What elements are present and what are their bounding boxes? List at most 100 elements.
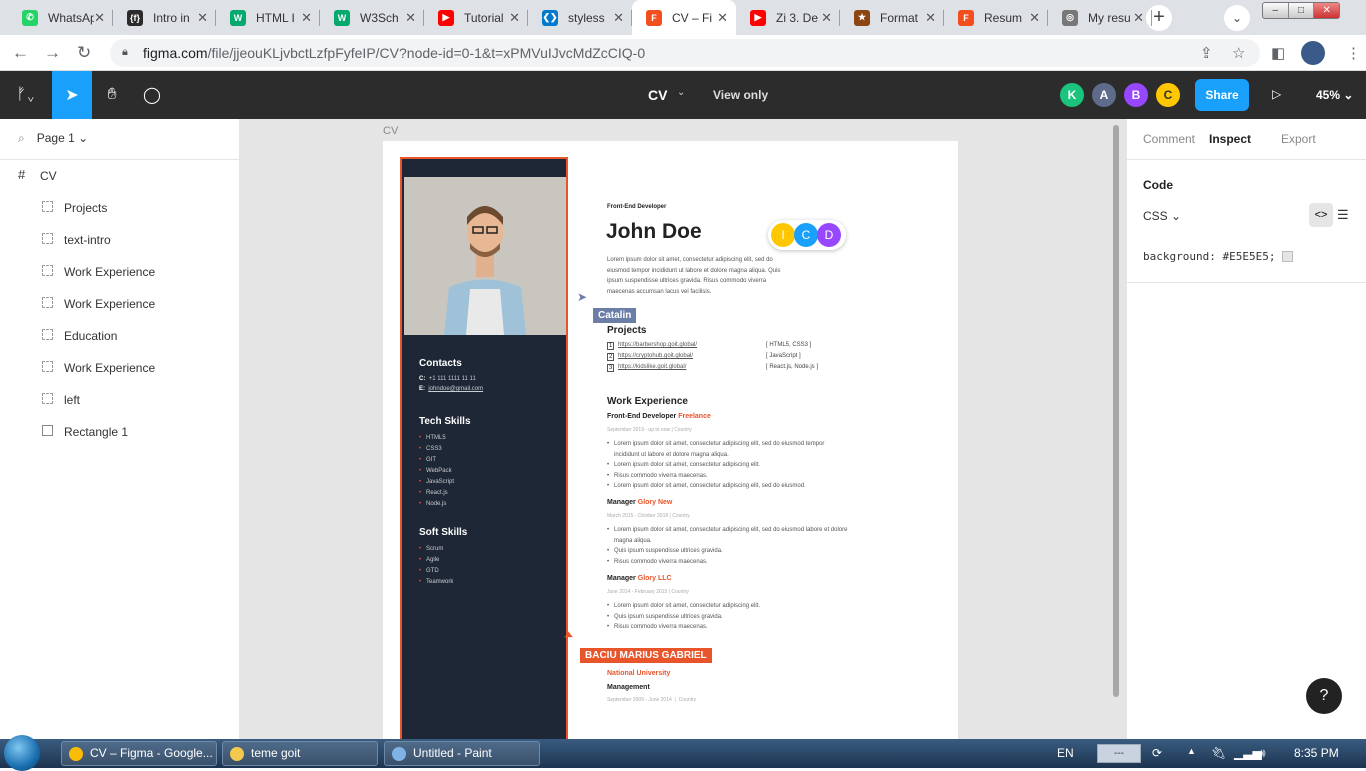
browser-menu-icon[interactable]: ⋮ xyxy=(1346,44,1361,62)
reload-icon[interactable]: ↻ xyxy=(77,43,91,63)
share-button[interactable]: Share xyxy=(1195,79,1249,111)
tab-close-icon[interactable]: ✕ xyxy=(94,10,105,26)
browser-tab[interactable]: ▶ Tutorial ✕ xyxy=(424,0,528,35)
present-play-icon[interactable]: ▷ xyxy=(1272,87,1281,101)
maximize-icon[interactable]: □ xyxy=(1289,3,1315,18)
input-language[interactable]: EN xyxy=(1057,746,1074,760)
power-icon[interactable]: 🔌︎ xyxy=(1211,746,1226,760)
tab-close-icon[interactable]: ✕ xyxy=(613,10,624,26)
code-view-icon[interactable]: <> xyxy=(1309,203,1333,227)
panel-tab-inspect[interactable]: Inspect xyxy=(1209,132,1251,146)
network-sync-icon[interactable]: ⟳ xyxy=(1152,746,1162,760)
soft-skill-item: Teamwork xyxy=(426,579,454,585)
layer-item[interactable]: Work Experience xyxy=(0,352,240,384)
taskbar-item[interactable]: teme goit xyxy=(222,741,378,766)
hand-tool-icon[interactable]: ✋︎ xyxy=(92,71,132,119)
tab-favicon-icon: ✆ xyxy=(22,9,38,26)
tab-close-icon[interactable]: ✕ xyxy=(301,10,312,26)
side-panel-icon[interactable]: ◧ xyxy=(1271,44,1285,62)
close-icon[interactable]: ✕ xyxy=(1314,3,1340,18)
layer-item[interactable]: Rectangle 1 xyxy=(0,416,240,448)
collaborator-avatar[interactable]: B xyxy=(1124,83,1148,107)
canvas-scrollbar[interactable] xyxy=(1113,125,1119,697)
help-button[interactable]: ? xyxy=(1306,678,1342,714)
bullet-icon: • xyxy=(607,548,610,554)
tab-close-icon[interactable]: ✕ xyxy=(405,10,416,26)
job-period: September 2019 - up to now | Country xyxy=(607,427,692,433)
language-select[interactable]: CSS ⌄ xyxy=(1143,209,1181,223)
list-view-icon[interactable]: ☰ xyxy=(1337,207,1349,223)
viewer-avatar[interactable]: I xyxy=(771,223,795,247)
browser-tab[interactable]: W W3Sch ✕ xyxy=(320,0,424,35)
tab-favicon-icon: W xyxy=(230,9,246,26)
bullet-icon: • xyxy=(607,558,610,565)
viewer-avatar[interactable]: C xyxy=(794,223,818,247)
tab-close-icon[interactable]: ✕ xyxy=(717,10,728,26)
tab-close-icon[interactable]: ✕ xyxy=(1133,10,1144,26)
start-button[interactable] xyxy=(4,735,40,771)
browser-tab[interactable]: F CV – Fi ✕ xyxy=(632,0,736,35)
forward-icon[interactable]: → xyxy=(44,43,61,63)
tech-skill-item: WebPack xyxy=(426,468,452,474)
move-tool-icon[interactable]: ➤ xyxy=(52,71,92,119)
tab-close-icon[interactable]: ✕ xyxy=(509,10,520,26)
language-bar-icon[interactable]: --- xyxy=(1097,744,1141,763)
viewer-avatar[interactable]: D xyxy=(817,223,841,247)
file-title[interactable]: CV xyxy=(648,87,667,103)
figma-main-menu-icon[interactable]: ᚠ⌄ xyxy=(0,71,52,119)
app-icon xyxy=(392,747,406,761)
clock[interactable]: 8:35 PM xyxy=(1294,746,1339,760)
cursor-pointer-icon: ➤ xyxy=(577,290,588,304)
project-link[interactable]: https://kidslike.goit.global/ xyxy=(618,364,686,370)
css-code-line[interactable]: background: #E5E5E5; xyxy=(1143,250,1294,263)
bookmark-star-icon[interactable]: ☆ xyxy=(1232,44,1245,62)
layer-label: text-intro xyxy=(64,233,111,247)
profile-avatar[interactable] xyxy=(1301,41,1325,65)
browser-tab[interactable]: ★ Format ✕ xyxy=(840,0,944,35)
zoom-level[interactable]: 45% ⌄ xyxy=(1316,88,1353,102)
group-icon xyxy=(42,233,53,244)
layer-cv-frame[interactable]: # CV xyxy=(0,160,240,192)
layer-item[interactable]: Education xyxy=(0,320,240,352)
browser-tab[interactable]: ▶ Zi 3. De ✕ xyxy=(736,0,840,35)
collaborator-avatar[interactable]: A xyxy=(1092,83,1116,107)
collaborator-avatar[interactable]: C xyxy=(1156,83,1180,107)
taskbar-item[interactable]: Untitled - Paint xyxy=(384,741,540,766)
search-icon: ⌕ xyxy=(18,131,25,145)
tab-close-icon[interactable]: ✕ xyxy=(821,10,832,26)
panel-tab-export[interactable]: Export xyxy=(1281,132,1316,146)
tab-search-button[interactable]: ⌄ xyxy=(1224,5,1250,31)
project-link[interactable]: https://barbershop.goit.global/ xyxy=(618,342,697,348)
browser-tab[interactable]: F Resum ✕ xyxy=(944,0,1048,35)
layer-item[interactable]: left xyxy=(0,384,240,416)
collaborator-avatar[interactable]: K xyxy=(1060,83,1084,107)
minimize-icon[interactable]: – xyxy=(1263,3,1289,18)
tab-close-icon[interactable]: ✕ xyxy=(197,10,208,26)
taskbar-item[interactable]: CV – Figma - Google... xyxy=(61,741,217,766)
browser-tab[interactable]: ◎ My resu ✕ xyxy=(1048,0,1152,35)
chevron-down-icon[interactable]: ⌄ xyxy=(677,87,685,98)
edu-school: National University xyxy=(607,670,671,677)
tab-close-icon[interactable]: ✕ xyxy=(925,10,936,26)
layer-item[interactable]: Projects xyxy=(0,192,240,224)
design-canvas[interactable]: CV Contacts C: +1 111 1111 11 11 E: john… xyxy=(240,119,1126,739)
project-link[interactable]: https://cryptohub.goit.global/ xyxy=(618,353,693,359)
page-selector[interactable]: ⌕ Page 1 ⌄ xyxy=(18,131,88,146)
browser-tab[interactable]: ✆ WhatsApp✕ xyxy=(8,0,113,35)
back-icon[interactable]: ← xyxy=(12,43,29,63)
panel-tab-comment[interactable]: Comment xyxy=(1143,132,1195,146)
project-tech: [ React.js, Node.js ] xyxy=(766,364,819,370)
job-bullet: Lorem ipsum dolor sit amet, consectetur … xyxy=(614,483,806,489)
tab-close-icon[interactable]: ✕ xyxy=(1029,10,1040,26)
browser-tab[interactable]: W HTML I ✕ xyxy=(216,0,320,35)
show-hidden-icons-icon[interactable]: ▲ xyxy=(1187,746,1196,756)
layer-item[interactable]: Work Experience xyxy=(0,288,240,320)
comment-tool-icon[interactable]: ◯ xyxy=(132,71,172,119)
url-bar[interactable]: 🔒︎ figma.com/file/jjeouKLjvbctLzfpFyfeIP… xyxy=(110,39,1260,67)
volume-icon[interactable]: 🔊︎ xyxy=(1258,746,1266,761)
share-page-icon[interactable]: ⇪ xyxy=(1200,44,1213,62)
browser-tab[interactable]: {f} Intro in ✕ xyxy=(113,0,216,35)
layer-item[interactable]: text-intro xyxy=(0,224,240,256)
browser-tab[interactable]: ❮❯ styless ✕ xyxy=(528,0,632,35)
layer-item[interactable]: Work Experience xyxy=(0,256,240,288)
